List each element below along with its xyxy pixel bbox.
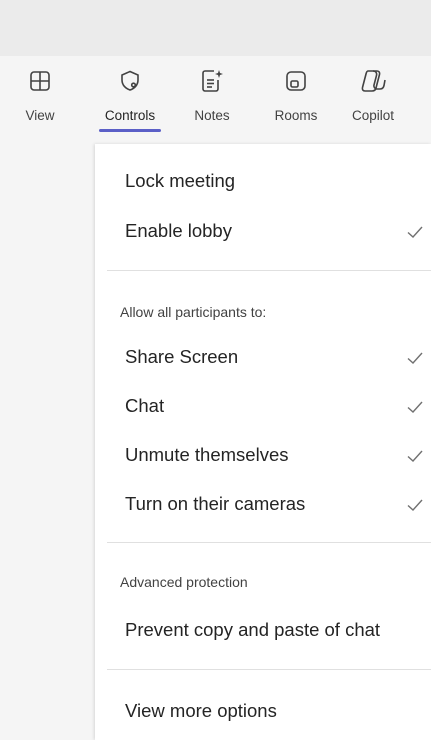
title-bar [0, 0, 431, 56]
unmute-themselves-option[interactable]: Unmute themselves [125, 444, 288, 466]
cameras-checkmark-icon [407, 499, 423, 511]
rooms-icon [281, 66, 311, 96]
advanced-section-title: Advanced protection [120, 574, 248, 590]
active-tab-indicator [99, 129, 161, 132]
enable-lobby-option[interactable]: Enable lobby [125, 220, 232, 242]
share-screen-checkmark-icon [407, 352, 423, 364]
lock-meeting-option[interactable]: Lock meeting [125, 170, 235, 192]
toolbar-notes-button[interactable]: Notes [177, 66, 247, 128]
controls-menu: Lock meeting Enable lobby Allow all part… [95, 144, 431, 740]
toolbar-rooms-button[interactable]: Rooms [261, 66, 331, 128]
enable-lobby-checkmark-icon [407, 226, 423, 238]
meeting-toolbar: View Controls Notes Rooms Copilot [0, 56, 431, 144]
toolbar-notes-label: Notes [194, 108, 230, 123]
toolbar-view-label: View [25, 108, 55, 123]
meeting-stage-background [0, 144, 95, 740]
chat-option[interactable]: Chat [125, 395, 164, 417]
shield-gear-icon [115, 66, 145, 96]
toolbar-copilot-button[interactable]: Copilot [338, 66, 408, 128]
turn-on-cameras-option[interactable]: Turn on their cameras [125, 493, 305, 515]
toolbar-controls-label: Controls [104, 108, 156, 123]
prevent-copy-paste-option[interactable]: Prevent copy and paste of chat [125, 619, 380, 641]
participants-section-title: Allow all participants to: [120, 304, 267, 320]
view-more-options-link[interactable]: View more options [125, 700, 277, 722]
chat-checkmark-icon [407, 401, 423, 413]
notes-sparkle-icon [197, 66, 227, 96]
grid-icon [25, 66, 55, 96]
copilot-icon [358, 66, 388, 96]
divider [107, 542, 431, 543]
toolbar-rooms-label: Rooms [274, 108, 318, 123]
toolbar-view-button[interactable]: View [5, 66, 75, 128]
toolbar-controls-button[interactable]: Controls [95, 66, 165, 128]
unmute-checkmark-icon [407, 450, 423, 462]
divider [107, 669, 431, 670]
toolbar-copilot-label: Copilot [351, 108, 395, 123]
divider [107, 270, 431, 271]
share-screen-option[interactable]: Share Screen [125, 346, 238, 368]
